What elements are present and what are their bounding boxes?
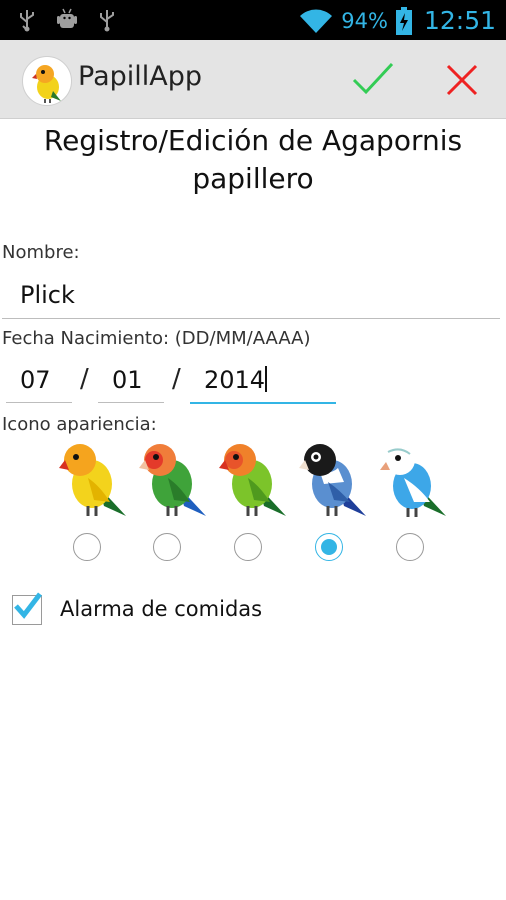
clock: 12:51: [423, 6, 496, 35]
month-field[interactable]: 01: [98, 358, 164, 403]
alarm-checkbox[interactable]: [12, 592, 42, 625]
app-title: PapillApp: [78, 61, 203, 92]
month-value: 01: [112, 366, 143, 394]
blue-budgie-icon[interactable]: [374, 438, 452, 520]
year-field[interactable]: 2014: [190, 358, 336, 404]
name-value: Plick: [20, 281, 75, 309]
name-field[interactable]: Plick: [2, 272, 500, 319]
alarm-label[interactable]: Alarma de comidas: [60, 597, 262, 621]
day-field[interactable]: 07: [6, 358, 72, 403]
yellow-lovebird-icon[interactable]: [54, 438, 132, 520]
green-lovebird-icon[interactable]: [214, 438, 292, 520]
icon-label: Icono apariencia:: [2, 414, 157, 435]
battery-percent: 94%: [341, 8, 388, 33]
notification-icons: [18, 8, 116, 32]
date-separator: /: [80, 364, 89, 394]
peachfaced-lovebird-icon[interactable]: [134, 438, 212, 520]
masked-blue-lovebird-icon[interactable]: [294, 438, 372, 520]
battery-charging-icon: [395, 6, 412, 35]
action-bar: PapillApp: [0, 40, 506, 119]
android-debug-icon: [57, 8, 77, 28]
page-title: Registro/Edición de Agapornis papillero: [43, 124, 463, 195]
usb-icon: [20, 10, 34, 32]
usb-icon: [100, 10, 114, 32]
wifi-icon: [300, 9, 333, 33]
icon-radio-3[interactable]: [234, 533, 262, 561]
close-icon[interactable]: [440, 58, 484, 102]
name-label: Nombre:: [2, 242, 80, 263]
year-value: 2014: [204, 366, 268, 394]
icon-radio-1[interactable]: [73, 533, 101, 561]
date-separator: /: [172, 364, 181, 394]
birthdate-label: Fecha Nacimiento: (DD/MM/AAAA): [2, 328, 311, 349]
icon-radio-2[interactable]: [153, 533, 181, 561]
app-logo-icon[interactable]: [22, 56, 72, 106]
check-icon[interactable]: [350, 58, 396, 102]
checkmark-icon: [14, 592, 42, 619]
status-bar: 94% 12:51: [0, 0, 506, 40]
icon-radio-5[interactable]: [396, 533, 424, 561]
system-status: 94% 12:51: [299, 6, 496, 35]
day-value: 07: [20, 366, 51, 394]
icon-radio-4[interactable]: [315, 533, 343, 561]
text-cursor: [265, 366, 268, 392]
